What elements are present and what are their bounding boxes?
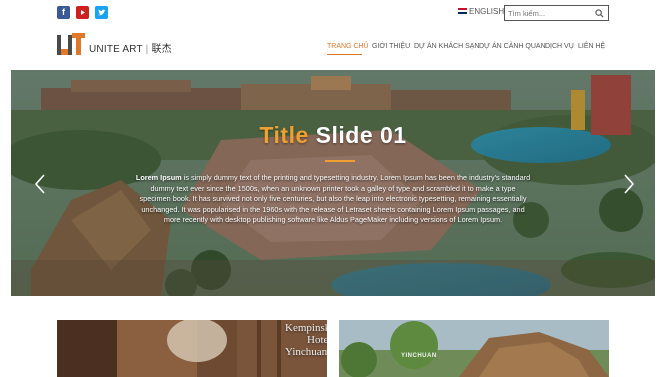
slide-description: Lorem Ipsum is simply dummy text of the … — [135, 173, 531, 225]
chevron-right-icon[interactable] — [623, 174, 635, 194]
thumb-label-kempinski: Kempinski Hotel Yinchuan — [285, 322, 327, 358]
facebook-icon[interactable]: f — [57, 6, 70, 19]
top-bar: f ENGLISH — [0, 0, 670, 26]
site-logo[interactable]: UNITE ART | 联杰 — [57, 33, 172, 57]
search-box — [504, 5, 609, 21]
language-label: ENGLISH — [469, 7, 505, 16]
active-nav-underline — [327, 54, 362, 55]
uk-flag-icon — [458, 8, 467, 14]
nav-dich-vu[interactable]: DỊCH VỤ — [545, 43, 574, 50]
nav-du-an-canh-quan[interactable]: DỰ ÁN CẢNH QUAN — [479, 43, 546, 50]
search-input[interactable] — [508, 7, 594, 19]
slide-title-rule — [325, 160, 355, 162]
youtube-icon[interactable] — [76, 6, 89, 19]
unite-art-logo-mark — [57, 33, 85, 55]
twitter-icon[interactable] — [95, 6, 108, 19]
nav-lien-he[interactable]: LIÊN HỆ — [578, 43, 605, 50]
slide-title: Title Slide 01 — [259, 122, 407, 148]
hero-slider: Title Slide 01 Lorem Ipsum is simply dum… — [11, 70, 655, 296]
project-card-kempinski[interactable]: Kempinski Hotel Yinchuan — [57, 320, 327, 377]
project-card-yinchuan[interactable]: YINCHUAN — [339, 320, 609, 377]
yinchuan-landscape-image — [339, 320, 609, 377]
chevron-left-icon[interactable] — [34, 174, 46, 194]
nav-trang-chu[interactable]: TRANG CHỦ — [327, 43, 369, 50]
thumb-label-yinchuan: YINCHUAN — [401, 353, 437, 359]
nav-du-an-khach-san[interactable]: DỰ ÁN KHÁCH SẠN — [414, 43, 480, 50]
nav-gioi-thieu[interactable]: GIỚI THIỆU — [372, 43, 410, 50]
logo-text: UNITE ART | 联杰 — [89, 44, 172, 55]
search-icon[interactable] — [595, 9, 604, 18]
language-switch[interactable]: ENGLISH — [458, 7, 504, 16]
